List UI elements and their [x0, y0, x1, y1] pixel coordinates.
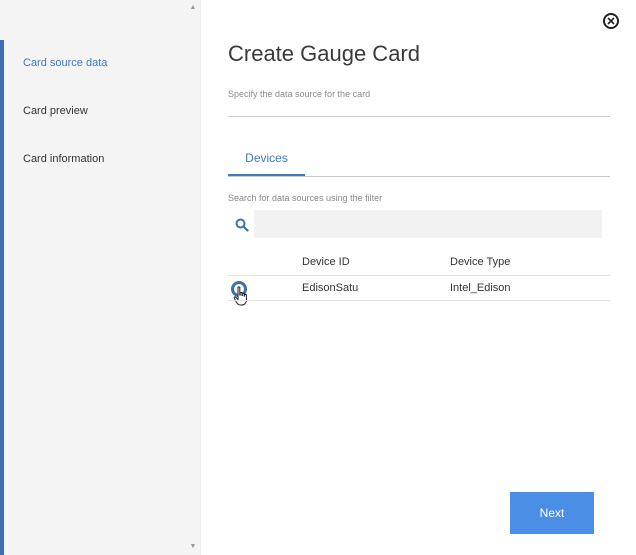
cell-device-type: Intel_Edison: [450, 282, 511, 294]
divider: [228, 116, 610, 117]
create-card-dialog: ▲ Card source data Card preview Card inf…: [0, 0, 636, 555]
page-subtitle: Specify the data source for the card: [228, 89, 371, 99]
cell-device-id: EdisonSatu: [302, 282, 359, 294]
search-input[interactable]: [254, 210, 602, 238]
column-header-device-type[interactable]: Device Type: [450, 256, 510, 268]
close-button[interactable]: [603, 13, 619, 29]
hand-pointer-cursor-icon: [233, 286, 247, 306]
table-header-divider: [228, 275, 610, 276]
sidebar: ▲ Card source data Card preview Card inf…: [0, 0, 201, 555]
sidebar-active-indicator: [0, 40, 4, 555]
page-title: Create Gauge Card: [228, 41, 420, 66]
table-row-divider: [228, 300, 610, 301]
next-button[interactable]: Next: [510, 492, 594, 534]
scroll-up-arrow-icon[interactable]: ▲: [189, 4, 197, 12]
sidebar-item-card-source-data[interactable]: Card source data: [23, 57, 107, 69]
tab-devices[interactable]: Devices: [228, 142, 305, 176]
sidebar-item-card-information[interactable]: Card information: [23, 153, 104, 165]
sidebar-item-card-preview[interactable]: Card preview: [23, 105, 88, 117]
filter-hint: Search for data sources using the filter: [228, 193, 383, 203]
column-header-device-id[interactable]: Device ID: [302, 256, 350, 268]
close-icon: [607, 17, 615, 25]
search-icon: [235, 218, 249, 232]
scroll-down-arrow-icon[interactable]: ▼: [189, 543, 197, 551]
tabs-divider: [228, 176, 610, 177]
